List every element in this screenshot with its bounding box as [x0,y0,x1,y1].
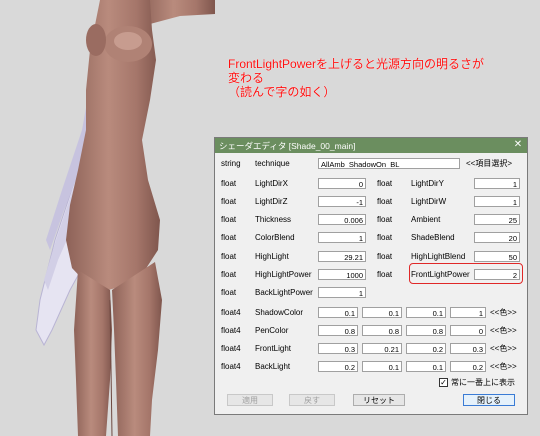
color-picker-button[interactable]: <<色>> [490,344,517,354]
param-name: BackLightPower [255,288,313,297]
param-name: HighLightPower [255,270,312,279]
param-field-pencolor-r[interactable]: 0.8 [318,325,358,336]
param-field-backlight-a[interactable]: 0.2 [450,361,486,372]
param-name: FrontLight [255,344,292,353]
param-type: float [221,233,237,242]
param-name: PenColor [255,326,289,335]
close-icon[interactable]: ✕ [511,139,525,151]
param-name: technique [255,159,290,168]
revert-button[interactable]: 戻す [289,394,335,406]
param-type: float [221,197,237,206]
param-type: float4 [221,326,241,335]
param-field-highlightpower[interactable]: 1000 [318,269,366,280]
param-name: ShadeBlend [411,233,455,242]
param-field-lightdirw[interactable]: 1 [474,196,520,207]
close-button[interactable]: 閉じる [463,394,515,406]
param-field-backlight-g[interactable]: 0.1 [362,361,402,372]
param-name: ShadowColor [255,308,304,317]
annotation-text: FrontLightPowerを上げると光源方向の明るさが 変わる （読んで字の… [228,57,485,99]
always-on-top-label: 常に一番上に表示 [451,378,515,387]
param-type: float [221,252,237,261]
param-type: float [377,179,393,188]
param-field-frontlight-r[interactable]: 0.3 [318,343,358,354]
param-name: LightDirX [255,179,288,188]
param-type: float4 [221,362,241,371]
param-field-thickness[interactable]: 0.006 [318,214,366,225]
param-field-ambient[interactable]: 25 [474,214,520,225]
param-field-shadowcolor-b[interactable]: 0.1 [406,307,446,318]
reset-button[interactable]: リセット [353,394,405,406]
param-name: HighLight [255,252,289,261]
color-picker-button[interactable]: <<色>> [490,308,517,318]
param-field-highlight[interactable]: 29.21 [318,251,366,262]
param-type: float [221,288,237,297]
param-field-backlightpower[interactable]: 1 [318,287,366,298]
param-name: BackLight [255,362,291,371]
param-field-pencolor-b[interactable]: 0.8 [406,325,446,336]
title-bar[interactable]: シェーダエディタ [Shade_00_main] ✕ [215,138,527,153]
param-field-pencolor-a[interactable]: 0 [450,325,486,336]
param-name: Thickness [255,215,292,224]
param-type: float [221,179,237,188]
param-field-lightdirz[interactable]: -1 [318,196,366,207]
param-type: string [221,159,241,168]
param-field-frontlight-a[interactable]: 0.3 [450,343,486,354]
param-field-backlight-r[interactable]: 0.2 [318,361,358,372]
param-name: Ambient [411,215,441,224]
param-type: float [221,270,237,279]
param-field-frontlightpower[interactable]: 2 [474,269,520,280]
param-type: float4 [221,344,241,353]
param-field-shadeblend[interactable]: 20 [474,232,520,243]
param-name: HighLightBlend [411,252,466,261]
param-field-pencolor-g[interactable]: 0.8 [362,325,402,336]
param-field-colorblend[interactable]: 1 [318,232,366,243]
param-field-shadowcolor-r[interactable]: 0.1 [318,307,358,318]
color-picker-button[interactable]: <<色>> [490,362,517,372]
param-field-lightdiry[interactable]: 1 [474,178,520,189]
param-type: float [377,215,393,224]
always-on-top-checkbox[interactable]: ✓ [439,378,448,387]
apply-button[interactable]: 適用 [227,394,273,406]
param-name: ColorBlend [255,233,295,242]
param-field-highlightblend[interactable]: 50 [474,251,520,262]
param-field-lightdirx[interactable]: 0 [318,178,366,189]
param-field-shadowcolor-g[interactable]: 0.1 [362,307,402,318]
param-type: float [377,252,393,261]
param-type: float [221,215,237,224]
window-title: シェーダエディタ [Shade_00_main] [219,141,356,151]
param-field-shadowcolor-a[interactable]: 1 [450,307,486,318]
param-field-frontlight-b[interactable]: 0.2 [406,343,446,354]
param-field-backlight-b[interactable]: 0.1 [406,361,446,372]
shader-editor-window[interactable]: シェーダエディタ [Shade_00_main] ✕ string techni… [214,137,528,415]
color-picker-button[interactable]: <<色>> [490,326,517,336]
param-name: LightDirW [411,197,447,206]
param-name: FrontLightPower [411,270,470,279]
param-name: LightDirY [411,179,444,188]
item-select-button[interactable]: <<項目選択> [466,159,512,169]
param-type: float [377,233,393,242]
technique-field[interactable]: AllAmb_ShadowOn_BL [318,158,460,169]
param-name: LightDirZ [255,197,288,206]
param-type: float4 [221,308,241,317]
param-field-frontlight-g[interactable]: 0.21 [362,343,402,354]
param-type: float [377,270,393,279]
param-type: float [377,197,393,206]
